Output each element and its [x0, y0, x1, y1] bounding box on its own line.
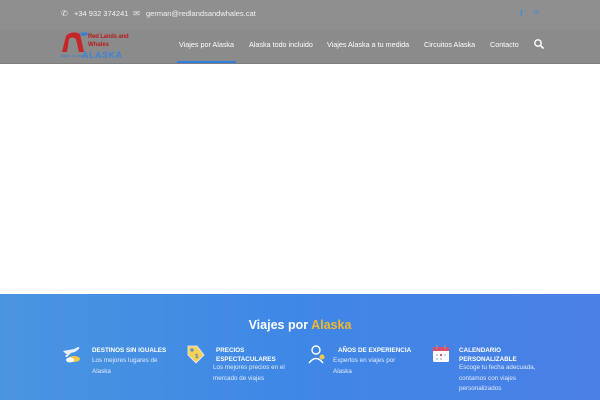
section-title: Viajes por Alaska — [0, 318, 600, 332]
feature-description: Escoge tu fecha adecuada, contamos con v… — [459, 364, 536, 392]
nav-item-viajes-por-alaska[interactable]: Viajes por Alaska — [176, 40, 237, 63]
email-address[interactable]: german@redlandsandwhales.cat — [146, 9, 256, 18]
feature-title: AÑOS DE EXPERIENCIA — [338, 347, 412, 354]
feature-description: Expertos en viajes por Alaska — [333, 357, 396, 375]
feature-title: CALENDARIO PERSONALIZABLE — [459, 347, 517, 363]
feature-description: Los mejores precios en el mercado de via… — [213, 364, 285, 382]
arch-logo-icon — [62, 32, 89, 52]
search-icon[interactable] — [533, 38, 545, 50]
logo-line1: Red Lands and — [88, 34, 129, 40]
nav-item-circuitos-alaska[interactable]: Circuitos Alaska — [424, 40, 475, 49]
main-header: Red Lands and Whales viajes en autor ALA… — [0, 30, 600, 64]
section-title-accent: Alaska — [311, 318, 352, 332]
feature-title: DESTINOS SIN IGUALES — [92, 347, 167, 354]
price-tag-icon: $ — [187, 345, 205, 364]
feature-title: PRECIOS ESPECTACULARES — [216, 347, 276, 363]
email-contact[interactable]: ✉ german@redlandsandwhales.cat — [132, 9, 256, 18]
logo-line2: Whales — [88, 42, 110, 48]
nav-item-alaska-todo-incluido[interactable]: Alaska todo incluido — [249, 40, 313, 49]
plane-clouds-icon — [63, 347, 80, 363]
section-title-prefix: Viajes por — [248, 318, 309, 332]
features-band: Viajes por Alaska DESTINOS SIN IGUALES L… — [0, 294, 600, 400]
expert-person-icon — [308, 345, 325, 364]
feature-description: Los mejores lugares de Alaska — [92, 357, 158, 375]
envelope-icon: ✉ — [133, 9, 140, 18]
phone-contact[interactable]: ✆ +34 932 374241 — [60, 9, 128, 18]
calendar-icon — [433, 345, 449, 362]
facebook-icon[interactable]: f — [520, 9, 523, 18]
linkedin-icon[interactable]: in — [534, 9, 539, 16]
logo-alaska: ALASKA — [82, 50, 123, 60]
nav-item-viajes-a-tu-medida[interactable]: Viajes Alaska a tu medida — [327, 40, 409, 49]
hero-area — [0, 64, 600, 294]
top-bar: ✆ +34 932 374241 ✉ german@redlandsandwha… — [0, 0, 600, 30]
phone-icon: ✆ — [61, 9, 68, 18]
site-logo[interactable]: Red Lands and Whales viajes en autor ALA… — [60, 30, 132, 62]
phone-number[interactable]: +34 932 374241 — [74, 9, 128, 18]
svg-text:$: $ — [195, 353, 199, 360]
nav-item-contacto[interactable]: Contacto — [490, 40, 519, 49]
